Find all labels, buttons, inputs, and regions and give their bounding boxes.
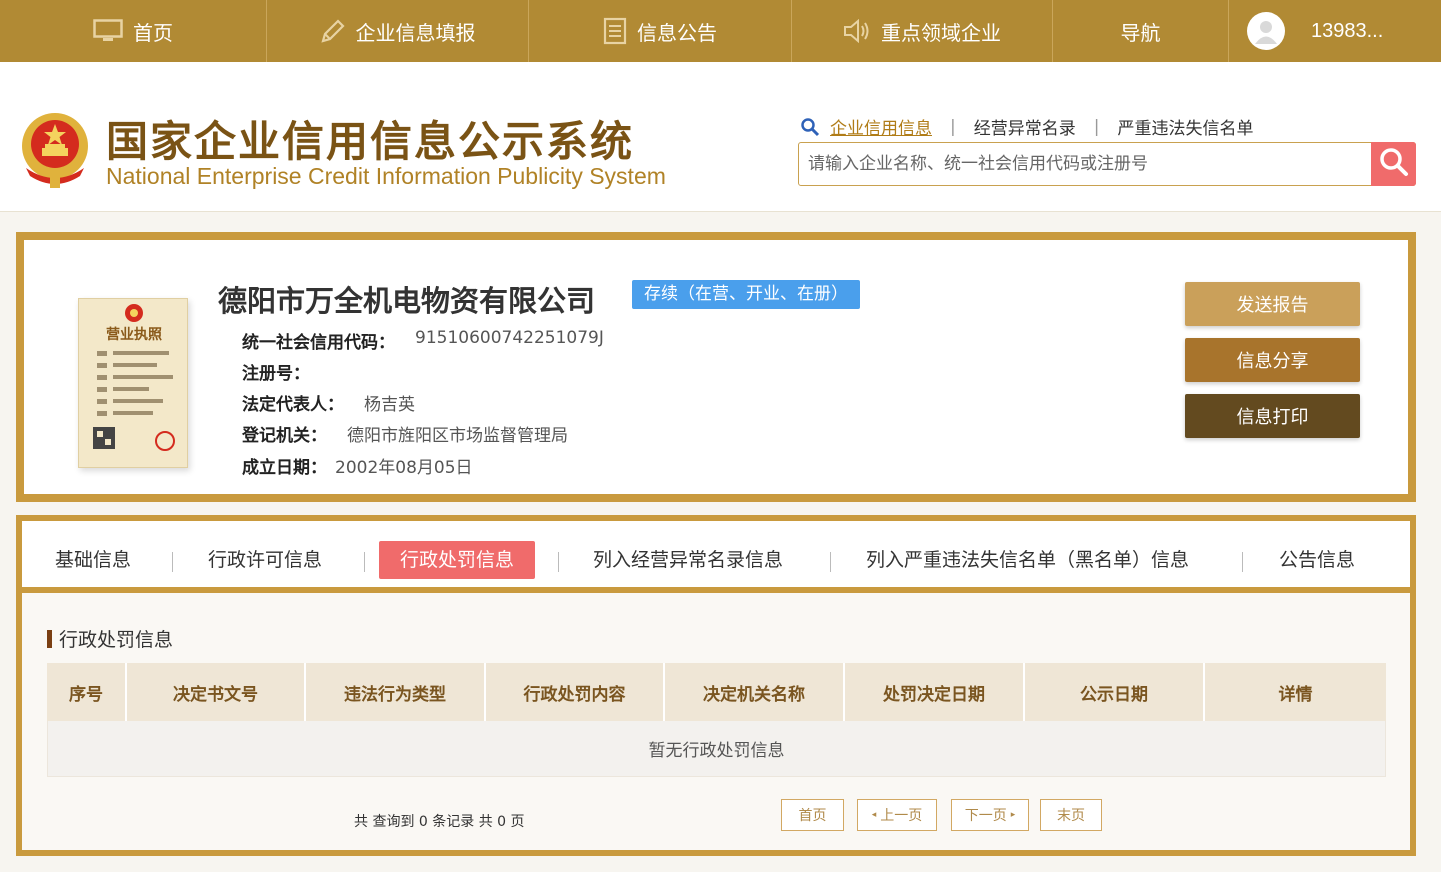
info-label: 注册号： bbox=[242, 364, 310, 384]
nav-user[interactable]: 13983... bbox=[1229, 0, 1441, 62]
info-label: 统一社会信用代码： bbox=[242, 333, 395, 353]
site-header: 国家企业信用信息公示系统 National Enterprise Credit … bbox=[0, 62, 1441, 212]
search-link-abnormal[interactable]: 经营异常名录 bbox=[974, 114, 1076, 139]
search-link-credit[interactable]: 企业信用信息 bbox=[830, 114, 932, 139]
section-title: 行政处罚信息 bbox=[47, 625, 173, 652]
tab-abnormal-list[interactable]: 列入经营异常名录信息 bbox=[593, 541, 783, 579]
empty-row: 暂无行政处罚信息 bbox=[47, 721, 1386, 777]
nav-guide[interactable]: 导航 bbox=[1053, 0, 1229, 62]
tab-separator bbox=[172, 552, 173, 572]
info-row-reg-no: 注册号： bbox=[242, 359, 330, 384]
nav-home[interactable]: 首页 bbox=[0, 0, 267, 62]
info-row-credit-code: 统一社会信用代码： 91510600742251079J bbox=[242, 328, 604, 353]
site-title-en: National Enterprise Credit Information P… bbox=[106, 163, 666, 189]
tab-basic-info[interactable]: 基础信息 bbox=[55, 541, 131, 579]
penalty-table: 序号 决定书文号 违法行为类型 行政处罚内容 决定机关名称 处罚决定日期 公示日… bbox=[47, 663, 1386, 777]
search-small-icon bbox=[800, 117, 820, 137]
tab-admin-license[interactable]: 行政许可信息 bbox=[208, 541, 322, 579]
print-info-button[interactable]: 信息打印 bbox=[1185, 394, 1360, 438]
info-row-legal-rep: 法定代表人： 杨吉英 bbox=[242, 390, 415, 415]
share-info-button[interactable]: 信息分享 bbox=[1185, 338, 1360, 382]
business-license-image[interactable]: 营业执照 bbox=[78, 298, 188, 468]
tab-admin-penalty[interactable]: 行政处罚信息 bbox=[379, 541, 536, 579]
national-emblem-icon bbox=[18, 110, 92, 190]
info-label: 成立日期： bbox=[242, 458, 327, 478]
search-icon bbox=[1379, 147, 1409, 181]
detail-panel: 基础信息 行政许可信息 行政处罚信息 列入经营异常名录信息 列入严重违法失信名单… bbox=[16, 515, 1416, 856]
caret-left-icon: ◂ bbox=[871, 810, 877, 820]
link-separator: | bbox=[1093, 116, 1100, 137]
send-report-button[interactable]: 发送报告 bbox=[1185, 282, 1360, 326]
tab-separator bbox=[558, 552, 559, 572]
company-card: 营业执照 德阳市万全机电物资有限公司 存续（在营、开业、在册） 统一社会信用代码… bbox=[16, 232, 1416, 502]
search-link-blacklist[interactable]: 严重违法失信名单 bbox=[1117, 114, 1253, 139]
last-page-button[interactable]: 末页 bbox=[1040, 799, 1102, 831]
status-badge: 存续（在营、开业、在册） bbox=[632, 280, 860, 309]
info-label: 法定代表人： bbox=[242, 395, 344, 415]
search-box bbox=[798, 142, 1416, 186]
pencil-icon bbox=[320, 18, 346, 44]
column-header: 公示日期 bbox=[1025, 663, 1205, 721]
tab-separator bbox=[1242, 552, 1243, 572]
link-separator: | bbox=[950, 116, 956, 137]
column-header: 决定书文号 bbox=[127, 663, 306, 721]
site-title-cn: 国家企业信用信息公示系统 bbox=[106, 117, 635, 166]
tab-separator bbox=[830, 552, 831, 572]
info-row-authority: 登记机关： 德阳市旌阳区市场监督管理局 bbox=[242, 421, 568, 446]
info-value: 91510600742251079J bbox=[415, 328, 604, 348]
caret-right-icon: ▸ bbox=[1010, 810, 1016, 820]
column-header: 行政处罚内容 bbox=[486, 663, 665, 721]
next-page-label: 下一页 bbox=[964, 808, 1007, 824]
speaker-icon bbox=[843, 19, 871, 43]
top-nav: 首页 企业信息填报 信息公告 重点领域企业 导航 13983... bbox=[0, 0, 1441, 62]
search-input[interactable] bbox=[799, 143, 1371, 185]
info-value: 德阳市旌阳区市场监督管理局 bbox=[347, 426, 568, 446]
info-label: 登记机关： bbox=[242, 426, 327, 446]
next-page-button[interactable]: 下一页 ▸ bbox=[951, 799, 1029, 831]
table-header: 序号 决定书文号 违法行为类型 行政处罚内容 决定机关名称 处罚决定日期 公示日… bbox=[47, 663, 1386, 721]
first-page-button[interactable]: 首页 bbox=[781, 799, 844, 831]
column-header: 序号 bbox=[47, 663, 127, 721]
column-header: 违法行为类型 bbox=[306, 663, 486, 721]
document-icon bbox=[603, 17, 627, 45]
tab-separator bbox=[364, 552, 365, 572]
nav-fill-label: 企业信息填报 bbox=[355, 20, 476, 45]
prev-page-button[interactable]: ◂ 上一页 bbox=[857, 799, 937, 831]
column-header: 处罚决定日期 bbox=[845, 663, 1025, 721]
pager-summary: 共 查询到 0 条记录 共 0 页 bbox=[354, 814, 525, 830]
column-header: 详情 bbox=[1278, 684, 1313, 705]
nav-notice[interactable]: 信息公告 bbox=[529, 0, 792, 62]
license-title: 营业执照 bbox=[106, 326, 162, 343]
tab-blacklist[interactable]: 列入严重违法失信名单（黑名单）信息 bbox=[866, 541, 1189, 579]
tab-announcement[interactable]: 公告信息 bbox=[1279, 541, 1355, 579]
nav-notice-label: 信息公告 bbox=[637, 20, 717, 45]
section-marker bbox=[47, 629, 52, 648]
nav-key-enterprise[interactable]: 重点领域企业 bbox=[792, 0, 1053, 62]
search-type-links: 企业信用信息 | 经营异常名录 | 严重违法失信名单 bbox=[800, 114, 1253, 139]
nav-home-label: 首页 bbox=[133, 20, 173, 45]
user-phone: 13983... bbox=[1311, 19, 1384, 42]
nav-guide-label: 导航 bbox=[1120, 20, 1161, 45]
company-name: 德阳市万全机电物资有限公司 bbox=[218, 284, 596, 318]
nav-key-label: 重点领域企业 bbox=[881, 20, 1001, 45]
prev-page-label: 上一页 bbox=[880, 808, 923, 824]
nav-fill-report[interactable]: 企业信息填报 bbox=[267, 0, 529, 62]
column-header: 决定机关名称 bbox=[665, 663, 845, 721]
info-value: 杨吉英 bbox=[364, 395, 415, 415]
section-title-text: 行政处罚信息 bbox=[59, 629, 174, 651]
avatar bbox=[1247, 12, 1285, 50]
tabs-bar: 基础信息 行政许可信息 行政处罚信息 列入经营异常名录信息 列入严重违法失信名单… bbox=[22, 521, 1410, 593]
info-value: 2002年08月05日 bbox=[335, 458, 473, 478]
monitor-icon bbox=[93, 19, 123, 43]
search-button[interactable] bbox=[1371, 142, 1416, 186]
info-row-established: 成立日期： 2002年08月05日 bbox=[242, 453, 473, 478]
